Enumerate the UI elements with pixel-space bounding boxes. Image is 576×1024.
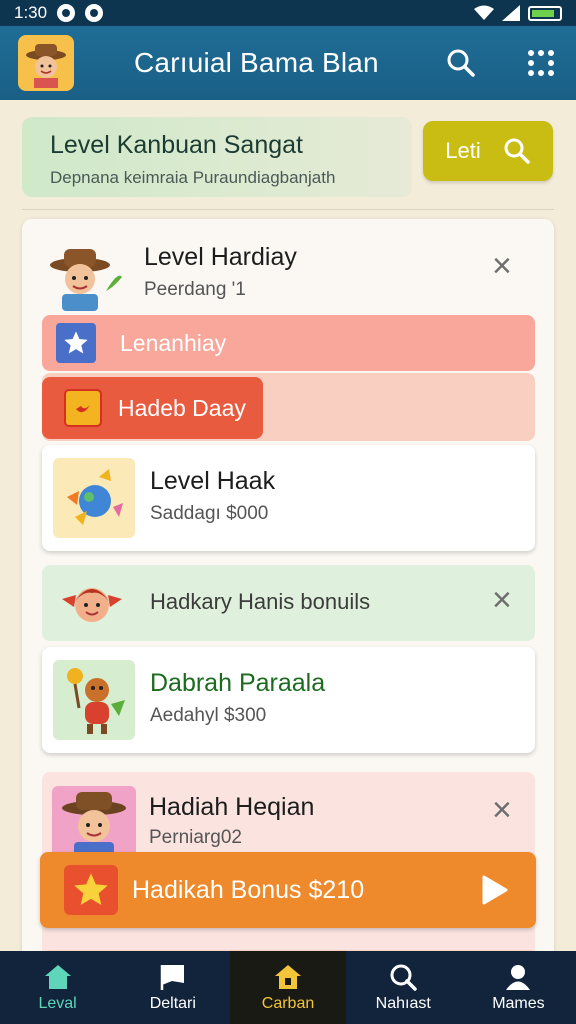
status-time: 1:30 [14,3,48,22]
play-icon [482,875,508,905]
home-icon [44,964,71,989]
nav-item-carban[interactable]: Carban [230,951,346,1024]
close-button[interactable]: × [492,249,512,283]
close-icon: × [492,581,512,619]
farmer-avatar-icon [26,44,66,88]
star-badge [64,865,118,915]
nav-item-deltari[interactable]: Deltari [115,951,230,1024]
close-icon: × [492,791,512,829]
row-label: Hadkary Hanis bonuils [150,589,371,614]
character-icon [67,668,125,734]
level-subtitle: Peerdang '1 [144,279,246,300]
star-icon [64,331,88,354]
level-panel: Level Hardiay Peerdang '1 × Lenanhiay Ha… [22,219,554,959]
search-icon [447,49,475,77]
nav-label: Carban [261,994,315,1012]
menu-grid-button[interactable] [524,46,558,80]
banner-button-label: Leti [445,138,481,163]
wifi-icon [474,5,494,20]
banner-search-button[interactable]: Leti [423,121,553,181]
nav-label: Mames [492,994,545,1012]
level-row-lenanhiay[interactable]: Lenanhiay [42,315,535,371]
status-bar: 1:30 [0,0,576,26]
gift-icon [64,389,102,427]
candy-thumbnail [53,458,135,538]
nav-label: Leval [38,994,77,1012]
nav-item-nahiast[interactable]: Nahıast [346,951,461,1024]
bonus-claim-button[interactable]: Hadikah Bonus $210 [40,852,536,928]
nav-label: Deltari [149,994,196,1012]
battery-icon [528,5,562,21]
daily-reward-button[interactable]: Hadeb Daay [42,377,263,439]
nav-label: Nahıast [375,994,431,1012]
bonus-row[interactable]: Hadkary Hanis bonuils × [42,565,535,641]
play-button[interactable] [474,870,514,910]
star-badge [56,323,96,363]
bonus-label: Hadikah Bonus $210 [132,875,365,904]
house-lock-icon [275,964,301,989]
star-icon [74,873,108,905]
card-subtitle: Aedahyl $300 [150,705,267,726]
notification-icon [57,4,76,22]
section-subtitle: Perniarg02 [149,827,242,848]
app-title: Carıuial Bama Blan [134,47,379,78]
level-card[interactable]: Dabrah Paraala Aedahyl $300 [42,647,535,753]
nav-item-leval[interactable]: Leval [0,951,115,1024]
banner-subtitle: Depnana keimraia Puraundiagbanjath [50,168,336,187]
level-title: Level Hardiay [144,243,297,271]
farmer-thumbnail [52,786,136,858]
search-icon [390,964,417,991]
row-label: Lenanhiay [120,329,227,356]
candy-icon [67,469,123,525]
bottom-navigation: Leval Deltari Carban Nahıast Mames [0,951,576,1024]
card-subtitle: Saddagı $000 [150,503,269,524]
close-icon: × [492,247,512,285]
nav-item-mames[interactable]: Mames [461,951,576,1024]
sync-icon [85,4,104,22]
app-avatar[interactable] [18,35,74,91]
section-title: Hadiah Heqian [149,793,315,821]
character-thumbnail [53,660,135,740]
divider [22,209,554,210]
app-bar: Carıuial Bama Blan [0,26,576,100]
search-banner[interactable]: Level Kanbuan Sangat Depnana keimraia Pu… [22,117,412,197]
search-icon [504,138,530,164]
farmer-avatar-icon [62,792,126,858]
close-button[interactable]: × [492,793,512,827]
banner-title: Level Kanbuan Sangat [50,131,303,159]
signal-icon [502,5,520,21]
card-title: Level Haak [150,467,276,495]
card-title: Dabrah Paraala [150,669,326,697]
person-icon [506,964,531,990]
flag-icon [160,964,184,990]
level-card[interactable]: Level Haak Saddagı $000 [42,445,535,551]
character-face-icon [62,588,122,622]
close-button[interactable]: × [492,583,512,617]
search-button[interactable] [444,46,478,80]
grid-dots-icon [528,50,554,76]
farmer-avatar-icon [50,249,122,311]
row-label: Hadeb Daay [118,394,246,421]
